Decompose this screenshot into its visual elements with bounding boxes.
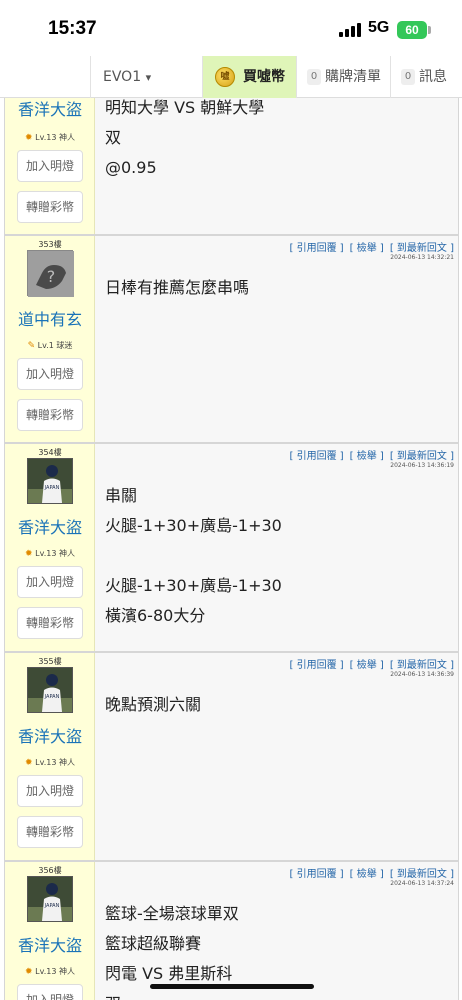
quote-reply-link[interactable]: [ 引用回覆 ] [289, 243, 343, 254]
post-list: 香洋大盜 ✹ Lv.13 神人 加入明燈 轉贈彩幣 明知大學 VS 朝鮮大學 双… [4, 98, 459, 1000]
post-actions: [ 引用回覆 ] [ 檢舉 ] [ 到最新回文 ] [283, 239, 454, 254]
network-type: 5G [368, 19, 390, 36]
post: 354樓 JAPAN 香洋大盜 ✹ Lv.13 神人 加入明燈 轉贈彩幣 [ 引… [4, 443, 459, 652]
quote-reply-link[interactable]: [ 引用回覆 ] [289, 660, 343, 671]
floor-number: 353樓 [38, 240, 62, 249]
latest-reply-link[interactable]: [ 到最新回文 ] [390, 243, 454, 254]
floor-number: 355樓 [38, 657, 62, 666]
battery-tip [428, 26, 431, 34]
svg-text:JAPAN: JAPAN [44, 694, 60, 700]
add-light-button[interactable]: 加入明燈 [17, 775, 83, 807]
svg-text:JAPAN: JAPAN [44, 903, 60, 909]
quote-reply-link[interactable]: [ 引用回覆 ] [289, 869, 343, 880]
author-name[interactable]: 香洋大盜 [5, 932, 95, 956]
purchase-list-label: 購牌清單 [325, 69, 381, 85]
post-timestamp: 2024-06-13 14:36:19 [390, 462, 454, 469]
gift-coins-button[interactable]: 轉贈彩幣 [17, 607, 83, 639]
add-light-button[interactable]: 加入明燈 [17, 150, 83, 182]
floor-number: 354樓 [38, 448, 62, 457]
add-light-button[interactable]: 加入明燈 [17, 984, 83, 1000]
post-timestamp: 2024-06-13 14:37:24 [390, 880, 454, 887]
coin-icon: 噓 [215, 67, 235, 87]
user-name: EVO1 [103, 69, 142, 85]
report-link[interactable]: [ 檢舉 ] [350, 660, 384, 671]
gift-coins-button[interactable]: 轉贈彩幣 [17, 191, 83, 223]
author-level: ✹ Lv.13 神人 [25, 758, 75, 768]
report-link[interactable]: [ 檢舉 ] [350, 869, 384, 880]
post-content: 日棒有推薦怎麼串嗎 [105, 278, 250, 297]
author-level: ✹ Lv.13 神人 [25, 133, 75, 143]
quote-reply-link[interactable]: [ 引用回覆 ] [289, 451, 343, 462]
post-content: 串關 火腿-1+30+廣島-1+30 火腿-1+30+廣島-1+30 橫濱6-8… [105, 486, 282, 625]
post-actions: [ 引用回覆 ] [ 檢舉 ] [ 到最新回文 ] [283, 865, 454, 880]
post-timestamp: 2024-06-13 14:36:39 [390, 671, 454, 678]
author-name[interactable]: 香洋大盜 [5, 723, 95, 747]
gift-coins-button[interactable]: 轉贈彩幣 [17, 399, 83, 431]
author-name[interactable]: 道中有玄 [5, 306, 95, 330]
latest-reply-link[interactable]: [ 到最新回文 ] [390, 660, 454, 671]
add-light-button[interactable]: 加入明燈 [17, 566, 83, 598]
floor-number: 356樓 [38, 866, 62, 875]
level-badge-icon: ✹ [25, 549, 33, 559]
player-photo: JAPAN [28, 459, 72, 503]
post-author-panel: 356樓 JAPAN 香洋大盜 ✹ Lv.13 神人 加入明燈 [5, 862, 95, 1000]
latest-reply-link[interactable]: [ 到最新回文 ] [390, 451, 454, 462]
post: 356樓 JAPAN 香洋大盜 ✹ Lv.13 神人 加入明燈 [ 引用回覆 ]… [4, 861, 459, 1000]
post-content: 明知大學 VS 朝鮮大學 双 @0.95 [105, 98, 265, 177]
author-name[interactable]: 香洋大盜 [5, 96, 95, 120]
status-bar: 15:37 5G 60 [0, 0, 462, 56]
avatar[interactable]: ? [27, 250, 74, 297]
messages-label: 訊息 [419, 69, 447, 85]
buy-coins-label: 買噓幣 [243, 69, 285, 85]
author-level: ✹ Lv.13 神人 [25, 967, 75, 977]
post-actions: [ 引用回覆 ] [ 檢舉 ] [ 到最新回文 ] [283, 656, 454, 671]
buy-coins-button[interactable]: 噓 買噓幣 [202, 56, 296, 98]
avatar[interactable]: JAPAN [27, 458, 73, 504]
add-light-button[interactable]: 加入明燈 [17, 358, 83, 390]
author-level: ✎ Lv.1 球迷 [27, 341, 73, 351]
post-actions: [ 引用回覆 ] [ 檢舉 ] [ 到最新回文 ] [283, 447, 454, 462]
player-photo: JAPAN [28, 877, 72, 921]
top-nav: EVO1 ▾ 噓 買噓幣 0 購牌清單 0 訊息 [0, 56, 462, 98]
post: 353樓 ? 道中有玄 ✎ Lv.1 球迷 加入明燈 轉贈彩幣 [ 引用回覆 ]… [4, 235, 459, 443]
post-author-panel: 353樓 ? 道中有玄 ✎ Lv.1 球迷 加入明燈 轉贈彩幣 [5, 236, 95, 442]
gift-coins-button[interactable]: 轉贈彩幣 [17, 816, 83, 848]
report-link[interactable]: [ 檢舉 ] [350, 451, 384, 462]
author-level: ✹ Lv.13 神人 [25, 549, 75, 559]
signal-icon [339, 23, 361, 37]
post-timestamp: 2024-06-13 14:32:21 [390, 254, 454, 261]
purchase-list-link[interactable]: 0 購牌清單 [296, 56, 390, 98]
battery-icon: 60 [397, 21, 427, 39]
level-badge-icon: ✹ [25, 758, 33, 768]
report-link[interactable]: [ 檢舉 ] [350, 243, 384, 254]
status-time: 15:37 [48, 18, 97, 39]
level-badge-icon: ✹ [25, 967, 33, 977]
post-content: 晚點預測六關 [105, 695, 202, 714]
home-indicator[interactable] [150, 984, 314, 989]
chevron-down-icon: ▾ [145, 71, 152, 84]
svg-text:JAPAN: JAPAN [44, 485, 60, 491]
messages-link[interactable]: 0 訊息 [390, 56, 462, 98]
avatar[interactable]: JAPAN [27, 667, 73, 713]
post-author-panel: 香洋大盜 ✹ Lv.13 神人 加入明燈 轉贈彩幣 [5, 98, 95, 234]
default-avatar-icon: ? [28, 251, 74, 297]
purchase-list-count: 0 [307, 69, 321, 85]
author-name[interactable]: 香洋大盜 [5, 514, 95, 538]
latest-reply-link[interactable]: [ 到最新回文 ] [390, 869, 454, 880]
post: 香洋大盜 ✹ Lv.13 神人 加入明燈 轉贈彩幣 明知大學 VS 朝鮮大學 双… [4, 98, 459, 235]
svg-text:?: ? [47, 267, 56, 286]
post: 355樓 JAPAN 香洋大盜 ✹ Lv.13 神人 加入明燈 轉贈彩幣 [ 引… [4, 652, 459, 861]
level-badge-icon: ✹ [25, 133, 33, 143]
post-author-panel: 354樓 JAPAN 香洋大盜 ✹ Lv.13 神人 加入明燈 轉贈彩幣 [5, 444, 95, 651]
user-menu[interactable]: EVO1 ▾ [90, 56, 202, 98]
avatar[interactable]: JAPAN [27, 876, 73, 922]
messages-count: 0 [401, 69, 415, 85]
level-badge-icon: ✎ [27, 341, 36, 351]
player-photo: JAPAN [28, 668, 72, 712]
post-author-panel: 355樓 JAPAN 香洋大盜 ✹ Lv.13 神人 加入明燈 轉贈彩幣 [5, 653, 95, 860]
